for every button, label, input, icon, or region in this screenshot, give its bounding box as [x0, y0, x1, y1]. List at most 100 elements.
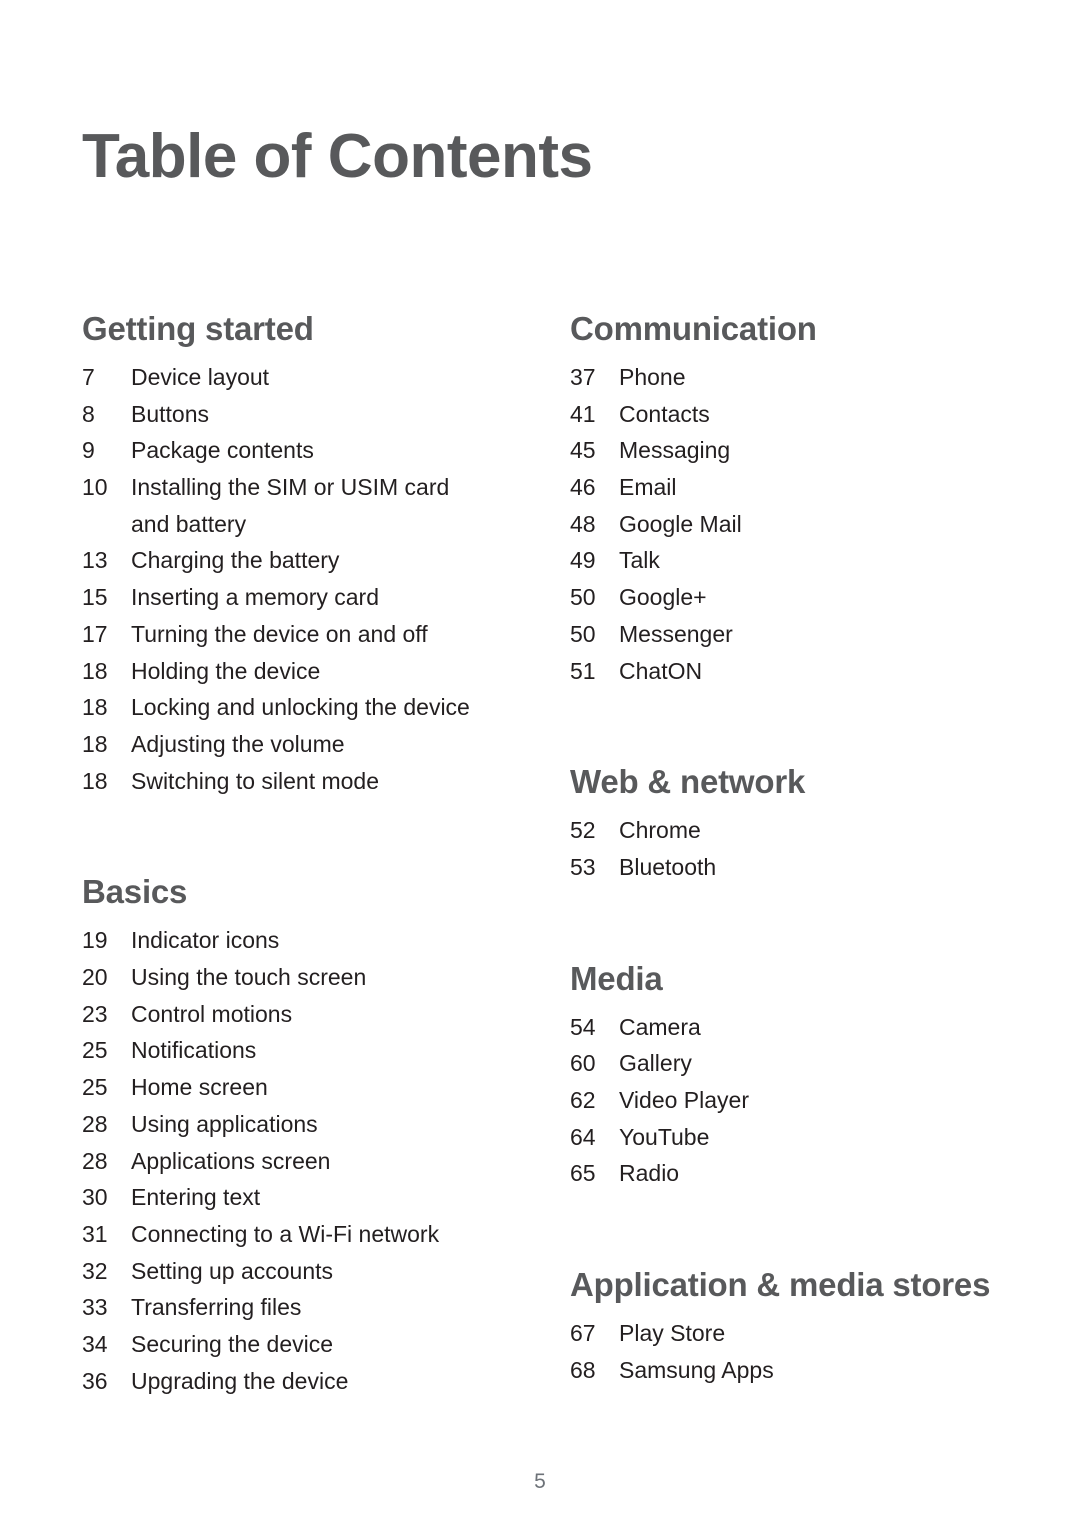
toc-entry-title: YouTube	[619, 1123, 710, 1150]
toc-entry-page-number: 48	[570, 510, 596, 537]
toc-entry[interactable]: 8 Buttons	[82, 396, 562, 433]
toc-entry[interactable]: 37 Phone	[570, 359, 1040, 396]
toc-entry-title: Installing the SIM or USIM card and batt…	[131, 474, 450, 537]
toc-entry-title: Contacts	[619, 400, 710, 427]
toc-entry[interactable]: 65 Radio	[570, 1155, 1040, 1192]
toc-entry-page-number: 18	[82, 694, 108, 721]
toc-entry[interactable]: 18 Locking and unlocking the device	[82, 689, 562, 726]
toc-entry-page-number: 25	[82, 1074, 108, 1101]
toc-entry[interactable]: 18 Holding the device	[82, 653, 562, 690]
toc-entry[interactable]: 62 Video Player	[570, 1082, 1040, 1119]
toc-entry-title: Setting up accounts	[131, 1257, 334, 1284]
toc-entry-page-number: 60	[570, 1050, 596, 1077]
toc-entry-title: Home screen	[131, 1074, 268, 1101]
toc-entry-page-number: 34	[82, 1331, 108, 1358]
toc-entry[interactable]: 9 Package contents	[82, 432, 562, 469]
toc-entry-title: Radio	[619, 1160, 680, 1187]
toc-entry-page-number: 51	[570, 657, 596, 684]
toc-entry[interactable]: 18 Switching to silent mode	[82, 763, 562, 800]
toc-entry-page-number: 41	[570, 400, 596, 427]
toc-entry-page-number: 33	[82, 1294, 108, 1321]
toc-section: Media 54 Camera 60 Gallery 62 Video Player 64 Yo…	[570, 960, 1040, 1192]
toc-entry[interactable]: 51 ChatON	[570, 653, 1040, 690]
toc-entry-title: Talk	[619, 547, 660, 574]
toc-entry[interactable]: 53 Bluetooth	[570, 849, 1040, 886]
toc-section: Application & media stores 67 Play Store 68…	[570, 1266, 1040, 1388]
document-page: Table of Contents Getting started 7 Device…	[0, 0, 1080, 1527]
toc-entry-title: Video Player	[619, 1086, 749, 1113]
toc-entry-page-number: 17	[82, 620, 108, 647]
toc-entry[interactable]: 10 Installing the SIM or USIM card and ba…	[82, 469, 562, 542]
toc-entry-page-number: 49	[570, 547, 596, 574]
toc-entry[interactable]: 64 YouTube	[570, 1119, 1040, 1156]
toc-entry[interactable]: 68 Samsung Apps	[570, 1352, 1040, 1389]
toc-entry-title: Samsung Apps	[619, 1356, 774, 1383]
page-number: 5	[534, 1470, 546, 1493]
toc-entry-list: 52 Chrome 53 Bluetooth	[570, 812, 1040, 885]
toc-entry-title: Transferring files	[131, 1294, 302, 1321]
toc-entry-page-number: 36	[82, 1367, 108, 1394]
toc-entry[interactable]: 31 Connecting to a Wi-Fi network	[82, 1216, 562, 1253]
toc-entry-title: Using the touch screen	[131, 964, 367, 991]
toc-entry[interactable]: 45 Messaging	[570, 432, 1040, 469]
toc-entry[interactable]: 25 Home screen	[82, 1069, 562, 1106]
toc-entry-page-number: 50	[570, 620, 596, 647]
toc-entry[interactable]: 46 Email	[570, 469, 1040, 506]
toc-entry-page-number: 20	[82, 964, 108, 991]
toc-entry[interactable]: 60 Gallery	[570, 1045, 1040, 1082]
toc-entry-page-number: 28	[82, 1147, 108, 1174]
toc-entry[interactable]: 18 Adjusting the volume	[82, 726, 562, 763]
page-title: Table of Contents	[82, 122, 593, 191]
toc-section-heading: Application & media stores	[570, 1266, 991, 1304]
toc-entry-page-number: 62	[570, 1086, 596, 1113]
toc-entry[interactable]: 25 Notifications	[82, 1032, 562, 1069]
toc-entry[interactable]: 15 Inserting a memory card	[82, 579, 562, 616]
toc-entry[interactable]: 28 Using applications	[82, 1106, 562, 1143]
toc-right-column: Communication 37 Phone 41 Contacts 45 Messagin…	[570, 310, 1040, 1388]
toc-entry[interactable]: 54 Camera	[570, 1009, 1040, 1046]
toc-entry-title: Switching to silent mode	[131, 767, 380, 794]
toc-entry[interactable]: 41 Contacts	[570, 396, 1040, 433]
toc-entry[interactable]: 36 Upgrading the device	[82, 1363, 562, 1400]
toc-entry[interactable]: 50 Messenger	[570, 616, 1040, 653]
toc-entry-title: Play Store	[619, 1320, 726, 1346]
toc-entry-title: Locking and unlocking the device	[131, 694, 470, 721]
toc-entry-page-number: 15	[82, 584, 108, 611]
toc-section-heading: Media	[570, 959, 663, 997]
toc-entry-page-number: 18	[82, 730, 108, 757]
toc-entry-list: 19 Indicator icons 20 Using the touch scree…	[82, 922, 562, 1399]
toc-entry[interactable]: 33 Transferring files	[82, 1289, 562, 1326]
toc-entry-title: Messaging	[619, 437, 731, 464]
toc-entry-page-number: 28	[82, 1110, 108, 1137]
toc-entry[interactable]: 13 Charging the battery	[82, 542, 562, 579]
toc-entry[interactable]: 7 Device layout	[82, 359, 562, 396]
toc-entry[interactable]: 50 Google+	[570, 579, 1040, 616]
toc-entry-page-number: 18	[82, 767, 108, 794]
toc-entry-title: Email	[619, 474, 677, 501]
toc-entry[interactable]: 52 Chrome	[570, 812, 1040, 849]
toc-entry-title: Bluetooth	[619, 853, 717, 880]
toc-entry-list: 67 Play Store 68 Samsung Apps	[570, 1315, 1040, 1388]
toc-entry[interactable]: 49 Talk	[570, 542, 1040, 579]
toc-section-heading: Web & network	[570, 763, 806, 801]
toc-entry-page-number: 53	[570, 853, 596, 880]
toc-entry-title: Indicator icons	[131, 927, 280, 954]
toc-section: Basics 19 Indicator icons 20 Using the touch…	[82, 873, 562, 1399]
toc-entry[interactable]: 23 Control motions	[82, 996, 562, 1033]
toc-entry-page-number: 9	[82, 437, 95, 464]
toc-entry[interactable]: 48 Google Mail	[570, 506, 1040, 543]
toc-entry[interactable]: 20 Using the touch screen	[82, 959, 562, 996]
toc-entry-title: Holding the device	[131, 657, 321, 684]
toc-entry-page-number: 10	[82, 474, 108, 501]
toc-entry-title: Charging the battery	[131, 547, 340, 574]
toc-entry-list: 37 Phone 41 Contacts 45 Messaging 46 Email 48 Goo…	[570, 359, 1040, 689]
toc-entry[interactable]: 34 Securing the device	[82, 1326, 562, 1363]
toc-entry-page-number: 32	[82, 1257, 108, 1284]
toc-entry[interactable]: 67 Play Store	[570, 1315, 1040, 1352]
toc-entry[interactable]: 17 Turning the device on and off	[82, 616, 562, 653]
toc-entry[interactable]: 28 Applications screen	[82, 1143, 562, 1180]
toc-entry[interactable]: 19 Indicator icons	[82, 922, 562, 959]
toc-entry[interactable]: 30 Entering text	[82, 1179, 562, 1216]
toc-entry-page-number: 37	[570, 363, 596, 390]
toc-entry[interactable]: 32 Setting up accounts	[82, 1253, 562, 1290]
